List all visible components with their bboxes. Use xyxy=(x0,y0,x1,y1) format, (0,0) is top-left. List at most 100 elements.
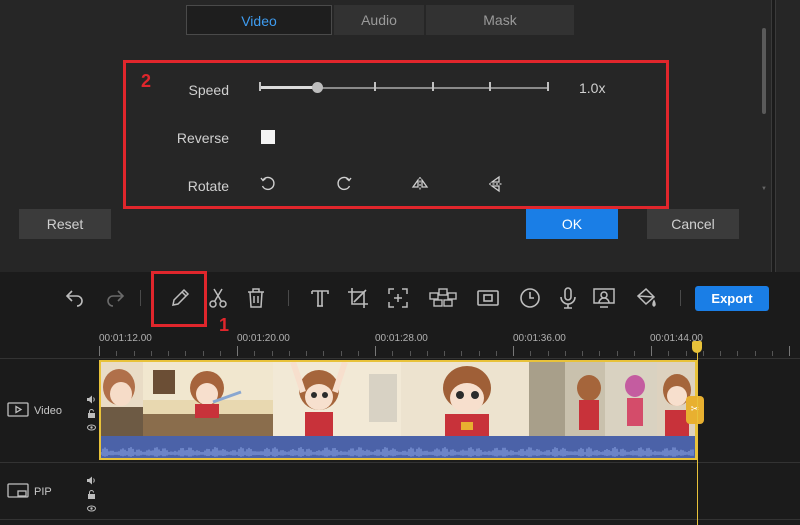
mosaic-icon[interactable] xyxy=(428,286,458,310)
playhead-handle[interactable] xyxy=(692,341,702,353)
ruler-tick xyxy=(444,351,445,356)
export-button[interactable]: Export xyxy=(695,286,769,311)
undo-icon[interactable] xyxy=(62,286,86,310)
eye-icon[interactable] xyxy=(87,419,96,431)
track-separator xyxy=(0,462,800,463)
rotate-right-icon[interactable] xyxy=(335,175,353,193)
track-separator xyxy=(0,519,800,520)
ruler-tick xyxy=(755,351,756,356)
speed-slider-knob[interactable] xyxy=(312,82,323,93)
fill-icon[interactable] xyxy=(634,286,658,310)
ruler-tick xyxy=(530,351,531,356)
ruler-tick xyxy=(116,351,117,356)
flip-horizontal-icon[interactable] xyxy=(411,175,429,193)
delete-icon[interactable] xyxy=(244,286,268,310)
speed-label: Speed xyxy=(188,82,229,98)
rotate-label: Rotate xyxy=(187,178,229,194)
ruler-tick xyxy=(789,346,790,356)
ruler-tick xyxy=(323,351,324,356)
voiceover-icon[interactable] xyxy=(556,286,580,310)
freeze-frame-icon[interactable] xyxy=(476,286,500,310)
ruler-tick xyxy=(254,351,255,356)
ruler-tick xyxy=(151,351,152,356)
ruler-tick xyxy=(289,351,290,356)
speed-tick xyxy=(432,82,434,91)
toolbar-separator xyxy=(288,290,289,306)
duration-icon[interactable] xyxy=(518,286,542,310)
ruler-tick xyxy=(582,351,583,356)
ruler-tick xyxy=(548,351,549,356)
ruler-tick xyxy=(272,351,273,356)
ruler-tick xyxy=(634,351,635,356)
tab-audio[interactable]: Audio xyxy=(334,5,424,35)
reset-button[interactable]: Reset xyxy=(19,209,111,239)
clip-thumbnail xyxy=(401,362,529,436)
ruler-tick xyxy=(358,351,359,356)
ruler-label: 00:01:36.00 xyxy=(513,333,566,344)
clip-thumbnail xyxy=(101,362,143,436)
pip-track-label: PIP xyxy=(34,486,52,498)
ruler-tick xyxy=(513,346,514,356)
flip-vertical-icon[interactable] xyxy=(487,175,505,193)
speed-tick xyxy=(374,82,376,91)
zoom-icon[interactable] xyxy=(386,286,410,310)
cancel-button[interactable]: Cancel xyxy=(647,209,739,239)
ruler-tick xyxy=(720,351,721,356)
clip-thumbnail xyxy=(143,362,273,436)
rotate-left-icon[interactable] xyxy=(259,175,277,193)
timeline-ruler[interactable]: 00:01:12.00 00:01:20.00 00:01:28.00 00:0… xyxy=(0,326,800,356)
ok-button[interactable]: OK xyxy=(526,209,618,239)
reverse-checkbox[interactable] xyxy=(261,130,275,144)
ruler-tick xyxy=(392,351,393,356)
video-clip[interactable] xyxy=(99,360,697,460)
ruler-tick xyxy=(168,351,169,356)
ruler-tick xyxy=(479,351,480,356)
audio-waveform xyxy=(101,436,695,458)
ruler-tick xyxy=(703,351,704,356)
ruler-tick xyxy=(565,351,566,356)
ruler-tick xyxy=(668,351,669,356)
lock-icon[interactable] xyxy=(87,486,96,499)
panel-scrollbar[interactable] xyxy=(762,28,766,114)
clip-thumbnail xyxy=(273,362,401,436)
track-separator xyxy=(0,358,800,359)
volume-icon[interactable] xyxy=(87,472,96,485)
ruler-tick xyxy=(99,346,100,356)
ruler-label: 00:01:28.00 xyxy=(375,333,428,344)
clip-split-handle-icon[interactable]: ✂ xyxy=(686,396,704,424)
speed-value: 1.0x xyxy=(579,80,606,96)
crop-icon[interactable] xyxy=(346,286,370,310)
ruler-tick xyxy=(617,351,618,356)
webcam-icon[interactable] xyxy=(592,286,616,310)
ruler-tick xyxy=(237,346,238,356)
tab-video[interactable]: Video xyxy=(186,5,332,35)
ruler-tick xyxy=(461,351,462,356)
text-icon[interactable] xyxy=(308,286,332,310)
tab-mask[interactable]: Mask xyxy=(426,5,574,35)
clip-thumbnails xyxy=(101,362,695,436)
ruler-tick xyxy=(772,351,773,356)
ruler-tick xyxy=(686,351,687,356)
ruler-tick xyxy=(341,351,342,356)
ruler-tick xyxy=(134,351,135,356)
clip-thumbnail xyxy=(529,362,657,436)
ruler-tick xyxy=(203,351,204,356)
ruler-tick xyxy=(220,351,221,356)
ruler-tick xyxy=(427,351,428,356)
reverse-label: Reverse xyxy=(176,130,229,146)
ruler-tick xyxy=(306,351,307,356)
preview-strip xyxy=(775,0,800,272)
ruler-tick xyxy=(375,346,376,356)
playhead-line xyxy=(697,347,698,525)
speed-slider-fill xyxy=(259,86,317,89)
speed-tick xyxy=(489,82,491,91)
video-track-icon xyxy=(7,402,29,418)
toolbar-separator xyxy=(140,290,141,306)
ruler-label: 00:01:12.00 xyxy=(99,333,152,344)
lock-icon[interactable] xyxy=(87,405,96,418)
scroll-down-icon[interactable]: ▼ xyxy=(761,186,767,192)
eye-icon[interactable] xyxy=(87,500,96,512)
volume-icon[interactable] xyxy=(87,391,96,404)
cut-icon[interactable] xyxy=(206,286,230,310)
redo-icon[interactable] xyxy=(104,286,128,310)
